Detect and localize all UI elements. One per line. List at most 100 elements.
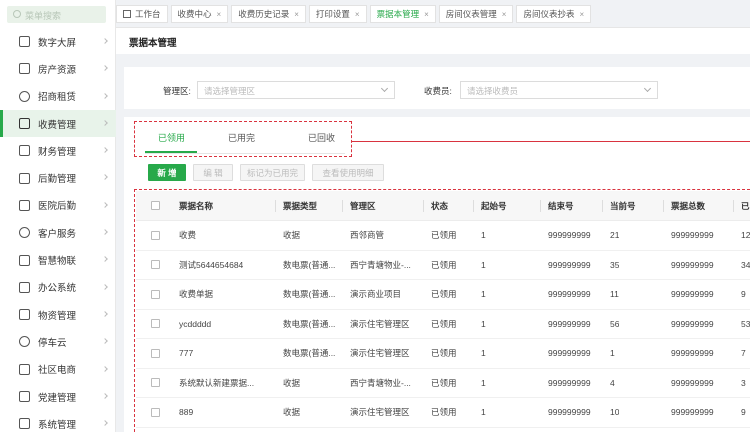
page-tab[interactable]: 房间仪表管理 × <box>438 5 514 23</box>
table-row[interactable]: 收费单据 数电票(普通... 演示商业项目 已领用 1 999999999 11 999999… <box>136 280 750 310</box>
menu-search-input[interactable]: 菜单搜索 <box>7 6 106 23</box>
close-icon[interactable]: × <box>355 10 360 19</box>
table-cell: 999999999 <box>548 348 591 359</box>
sidebar-item[interactable]: 房产资源 <box>0 55 116 82</box>
column-header[interactable]: 票据类型 <box>283 191 317 220</box>
sidebar-item[interactable]: 财务管理 <box>0 137 116 164</box>
page-tab-label: 工作台 <box>135 9 161 19</box>
chevron-down-icon <box>643 84 652 93</box>
sidebar: 菜单搜索 数字大屏房产资源招商租赁 收费管理 财务管理 后勤管理 医院后勤客户服务智慧物… <box>0 0 116 432</box>
sidebar-item[interactable]: 后勤管理 <box>0 164 116 191</box>
tab-used[interactable]: 已领用 <box>158 131 185 144</box>
table-cell: 999999999 <box>671 318 714 329</box>
page-tabs: 工作台 收费中心 × 收费历史记录 × 打印设置 × 票据本管理 × 房间仪表管理 × 房间仪表抄表 × <box>116 5 750 23</box>
row-checkbox[interactable] <box>151 378 160 388</box>
table-cell: 演示住宅管理区 <box>350 318 410 329</box>
collector-select[interactable]: 请选择收费员 <box>460 81 658 99</box>
add-button[interactable]: 新 增 <box>148 164 186 181</box>
sidebar-item[interactable]: 智慧物联 <box>0 246 116 273</box>
table-cell: 999999999 <box>548 259 591 270</box>
sidebar-item-label: 客户服务 <box>38 228 77 240</box>
row-checkbox[interactable] <box>151 407 160 417</box>
sidebar-item[interactable]: 收费管理 <box>0 109 116 138</box>
table-cell: 9 <box>741 407 746 418</box>
page-tab-label: 收费历史记录 <box>238 9 290 19</box>
table-body: 收费 收据 西邻商管 已领用 1 999999999 21 999999999 12 测试5644… <box>136 221 750 428</box>
sidebar-item[interactable]: 医院后勤 <box>0 192 116 219</box>
page-tab-label: 票据本管理 <box>376 9 420 19</box>
view-usage-detail-button[interactable]: 查看使用明细 <box>312 164 384 181</box>
sidebar-item-label: 系统管理 <box>38 419 77 431</box>
row-checkbox[interactable] <box>151 289 160 299</box>
page-tab[interactable]: 收费中心 × <box>170 5 229 23</box>
sidebar-item-label: 停车云 <box>38 337 67 349</box>
table-cell: 西邻商管 <box>350 230 385 241</box>
row-checkbox[interactable] <box>151 230 160 240</box>
table-row[interactable]: 测试5644654684 数电票(普通... 西宁青塘物业-... 已领用 1 99999… <box>136 251 750 280</box>
row-checkbox-cell <box>151 280 160 309</box>
column-header[interactable]: 票据总数 <box>671 191 705 220</box>
sidebar-item-label: 房产资源 <box>38 64 77 76</box>
column-header[interactable]: 已 <box>741 191 750 220</box>
column-header[interactable]: 当前号 <box>610 191 636 220</box>
page-tab[interactable]: 票据本管理 × <box>369 5 436 23</box>
sidebar-item[interactable]: 招商租赁 <box>0 83 116 110</box>
table-cell: 10 <box>610 407 620 418</box>
tab-recovered[interactable]: 已回收 <box>308 131 335 144</box>
sidebar-item[interactable]: 客户服务 <box>0 219 116 246</box>
area-select-placeholder: 请选择管理区 <box>204 86 256 96</box>
column-header[interactable]: 起始号 <box>481 191 507 220</box>
close-icon[interactable]: × <box>217 10 222 19</box>
column-header[interactable]: 结束号 <box>548 191 574 220</box>
mark-used-up-button[interactable]: 标记为已用完 <box>240 164 305 181</box>
page-tab[interactable]: 打印设置 × <box>308 5 367 23</box>
table-cell: 收费单据 <box>179 289 214 300</box>
sidebar-item[interactable]: 系统管理 <box>0 410 116 432</box>
table-cell: 999999999 <box>548 318 591 329</box>
close-icon[interactable]: × <box>424 10 429 19</box>
sidebar-item[interactable]: 社区电商 <box>0 356 116 383</box>
table-cell: 35 <box>610 259 620 270</box>
table-row[interactable]: 系统默认新建票据... 收据 西宁青塘物业-... 已领用 1 999999999 4 999… <box>136 369 750 398</box>
close-icon[interactable]: × <box>294 10 299 19</box>
area-select[interactable]: 请选择管理区 <box>197 81 395 99</box>
table-cell: 3 <box>741 377 746 388</box>
sidebar-item[interactable]: 办公系统 <box>0 274 116 301</box>
table-row[interactable]: 889 收据 演示住宅管理区 已领用 1 999999999 10 999999999 9 <box>136 398 750 428</box>
table-row[interactable]: 777 数电票(普通... 演示住宅管理区 已领用 1 999999999 1 9999999… <box>136 339 750 369</box>
table-row[interactable]: 收费 收据 西邻商管 已领用 1 999999999 21 999999999 12 <box>136 221 750 251</box>
chevron-right-icon <box>102 365 108 372</box>
table-cell: 数电票(普通... <box>283 348 336 359</box>
table-cell: 系统默认新建票据... <box>179 377 255 388</box>
edit-button[interactable]: 编 辑 <box>193 164 233 181</box>
select-all-checkbox[interactable] <box>151 201 160 210</box>
sidebar-item[interactable]: 物资管理 <box>0 301 116 328</box>
row-checkbox[interactable] <box>151 260 160 270</box>
column-header[interactable]: 票据名称 <box>179 191 213 220</box>
row-checkbox[interactable] <box>151 319 160 329</box>
column-header[interactable]: 管理区 <box>350 191 376 220</box>
table-cell: 演示住宅管理区 <box>350 348 410 359</box>
column-separator <box>602 200 603 212</box>
chevron-right-icon <box>102 229 108 235</box>
column-separator <box>275 200 276 212</box>
row-checkbox-cell <box>151 339 160 368</box>
table-cell: 测试5644654684 <box>179 259 244 270</box>
page-tab[interactable]: 工作台 <box>116 5 168 23</box>
page-tab[interactable]: 房间仪表抄表 × <box>516 5 592 23</box>
row-checkbox[interactable] <box>151 348 160 358</box>
sidebar-item[interactable]: 数字大屏 <box>0 28 116 55</box>
sidebar-item[interactable]: 党建管理 <box>0 383 116 410</box>
tab-used-up[interactable]: 已用完 <box>228 131 255 144</box>
table-row[interactable]: ycddddd 数电票(普通... 演示住宅管理区 已领用 1 999999999 56 99… <box>136 310 750 339</box>
chevron-right-icon <box>102 338 108 345</box>
close-icon[interactable]: × <box>502 10 507 19</box>
page-tab[interactable]: 收费历史记录 × <box>231 5 306 23</box>
sidebar-item-label: 物资管理 <box>38 310 77 322</box>
table-cell: 已领用 <box>431 377 457 388</box>
table-cell: 演示商业项目 <box>350 289 402 300</box>
sidebar-item[interactable]: 停车云 <box>0 328 116 355</box>
close-icon[interactable]: × <box>579 10 584 19</box>
table-cell: ycddddd <box>179 318 212 329</box>
column-header[interactable]: 状态 <box>431 191 448 220</box>
